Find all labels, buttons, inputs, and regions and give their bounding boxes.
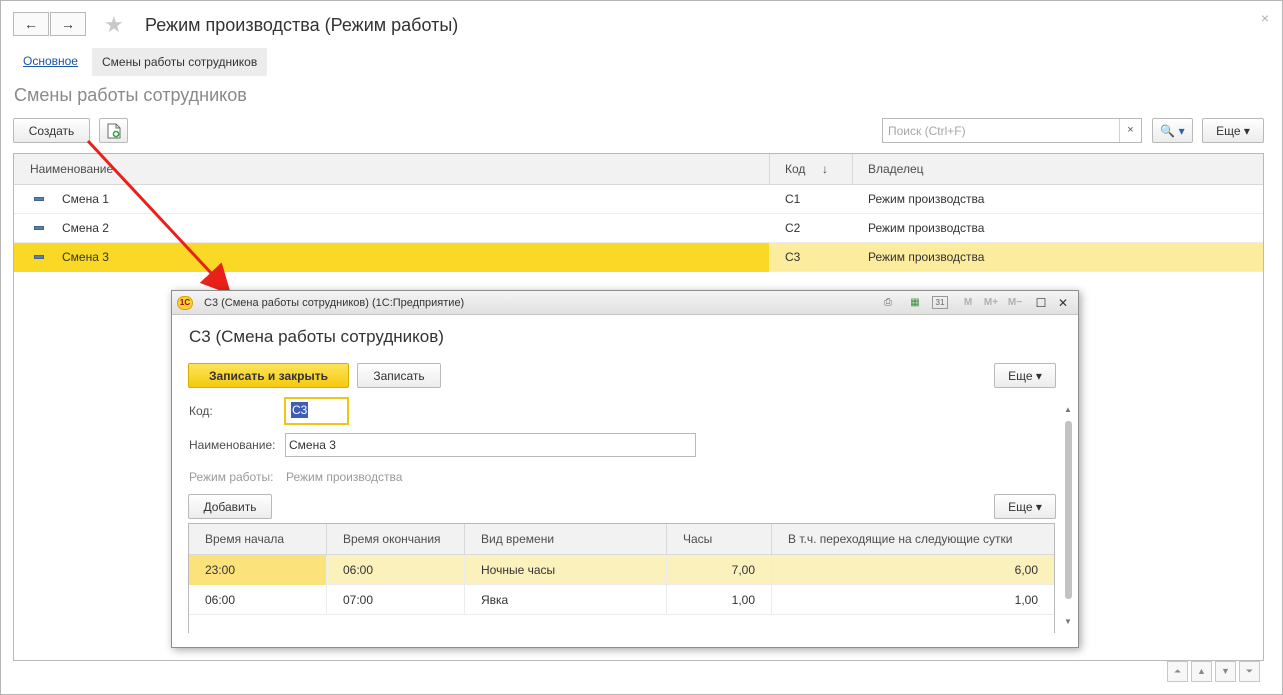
calendar-icon[interactable]: 31 [932,296,948,309]
cell-time-type[interactable]: Ночные часы [465,555,667,585]
cell-name: Смена 2 [62,221,109,235]
catalog-item-icon [34,226,44,230]
close-icon[interactable]: × [1261,10,1269,26]
dialog-title: С3 (Смена работы сотрудников) (1С:Предпр… [204,297,465,309]
table-row-selected[interactable]: 23:00 06:00 Ночные часы 7,00 6,00 [189,555,1054,585]
code-value: С3 [291,402,309,418]
cell-name: Смена 1 [62,192,109,206]
code-label: Код: [189,404,213,418]
search-field: × [882,118,1142,143]
cell-start[interactable]: 06:00 [189,585,327,615]
calculator-icon[interactable]: ▦ [907,295,923,311]
search-button[interactable]: 🔍 ▾ [1152,118,1193,143]
table-header: Наименование Код ↓ Владелец [14,154,1263,185]
scroll-thumb[interactable] [1065,421,1072,599]
column-header-code[interactable]: Код [785,154,805,185]
memory-plus-icon[interactable]: M+ [981,295,1001,311]
save-button[interactable]: Записать [357,363,441,388]
cell-next-day[interactable]: 1,00 [772,585,1054,615]
mode-value: Режим производства [286,470,403,484]
cell-end[interactable]: 07:00 [327,585,465,615]
cell-owner: Режим производства [868,250,985,264]
section-title: Смены работы сотрудников [14,85,247,105]
scroll-top-button[interactable]: ⏶ [1167,661,1188,682]
memory-minus-icon[interactable]: M− [1005,295,1025,311]
dialog-titlebar: 1С С3 (Смена работы сотрудников) (1С:Пре… [172,291,1078,315]
save-and-close-button[interactable]: Записать и закрыть [188,363,349,388]
dialog-more-button[interactable]: Еще ▾ [994,363,1056,388]
print-icon[interactable]: ⎙ [880,295,896,311]
cell-code: С2 [785,221,801,235]
tab-shifts[interactable]: Смены работы сотрудников [92,48,268,76]
create-button[interactable]: Создать [13,118,90,143]
name-label: Наименование: [189,438,276,452]
column-header-start[interactable]: Время начала [189,524,327,555]
dialog-heading: С3 (Смена работы сотрудников) [189,327,444,346]
scroll-up-arrow-icon[interactable]: ▲ [1064,405,1072,414]
scroll-up-button[interactable]: ▲ [1191,661,1212,682]
name-field[interactable]: Смена 3 [285,433,696,457]
dialog-scrollbar[interactable]: ▲ ▼ [1062,405,1076,631]
back-button[interactable]: ← [13,12,49,36]
sort-arrow-icon: ↓ [822,162,828,176]
column-header-hours[interactable]: Часы [667,524,772,555]
window-title: Режим производства (Режим работы) [145,15,459,35]
search-input[interactable] [883,119,1113,142]
shift-edit-dialog: 1С С3 (Смена работы сотрудников) (1С:Пре… [171,290,1079,648]
table-more-button[interactable]: Еще ▾ [994,494,1056,519]
cell-time-type[interactable]: Явка [465,585,667,615]
cell-end[interactable]: 06:00 [327,555,465,585]
table-header: Время начала Время окончания Вид времени… [189,524,1054,555]
cell-hours[interactable]: 1,00 [667,585,772,615]
dialog-close-icon[interactable]: ✕ [1056,295,1070,311]
maximize-icon[interactable]: ☐ [1034,295,1048,311]
cell-owner: Режим производства [868,192,985,206]
cell-start[interactable]: 23:00 [189,555,327,585]
app-logo-icon: 1С [177,296,193,310]
catalog-item-icon [34,255,44,259]
table-row[interactable]: Смена 1 С1 Режим производства [14,185,1263,214]
document-add-icon [107,123,120,139]
arrow-left-icon: ← [24,16,38,32]
time-intervals-table: Время начала Время окончания Вид времени… [188,523,1055,633]
table-row-selected[interactable]: Смена 3 С3 Режим производства [14,243,1263,272]
column-header-next-day[interactable]: В т.ч. переходящие на следующие сутки [772,524,1054,555]
mode-label: Режим работы: [189,470,274,484]
table-row[interactable]: Смена 2 С2 Режим производства [14,214,1263,243]
scroll-down-button[interactable]: ▼ [1215,661,1236,682]
code-field[interactable]: С3 [284,397,349,425]
cell-name: Смена 3 [14,243,769,272]
add-row-button[interactable]: Добавить [188,494,272,519]
cell-owner: Режим производства [868,221,985,235]
forward-button[interactable]: → [50,12,86,36]
tab-main[interactable]: Основное [23,54,78,68]
column-header-time-type[interactable]: Вид времени [465,524,667,555]
clear-search-icon[interactable]: × [1119,119,1141,142]
column-header-name[interactable]: Наименование [30,154,113,185]
cell-hours[interactable]: 7,00 [667,555,772,585]
scroll-down-arrow-icon[interactable]: ▼ [1064,617,1072,626]
memory-icon[interactable]: M [961,295,975,311]
catalog-item-icon [34,197,44,201]
arrow-right-icon: → [61,16,75,32]
favorite-star-icon[interactable]: ★ [104,12,124,38]
table-row[interactable]: 06:00 07:00 Явка 1,00 1,00 [189,585,1054,615]
column-header-end[interactable]: Время окончания [327,524,465,555]
scroll-bottom-button[interactable]: ⏷ [1239,661,1260,682]
create-copy-button[interactable] [99,118,128,143]
cell-code: С3 [785,250,801,264]
cell-code: С1 [785,192,801,206]
more-button[interactable]: Еще ▾ [1202,118,1264,143]
column-header-owner[interactable]: Владелец [868,154,924,185]
cell-next-day[interactable]: 6,00 [772,555,1054,585]
